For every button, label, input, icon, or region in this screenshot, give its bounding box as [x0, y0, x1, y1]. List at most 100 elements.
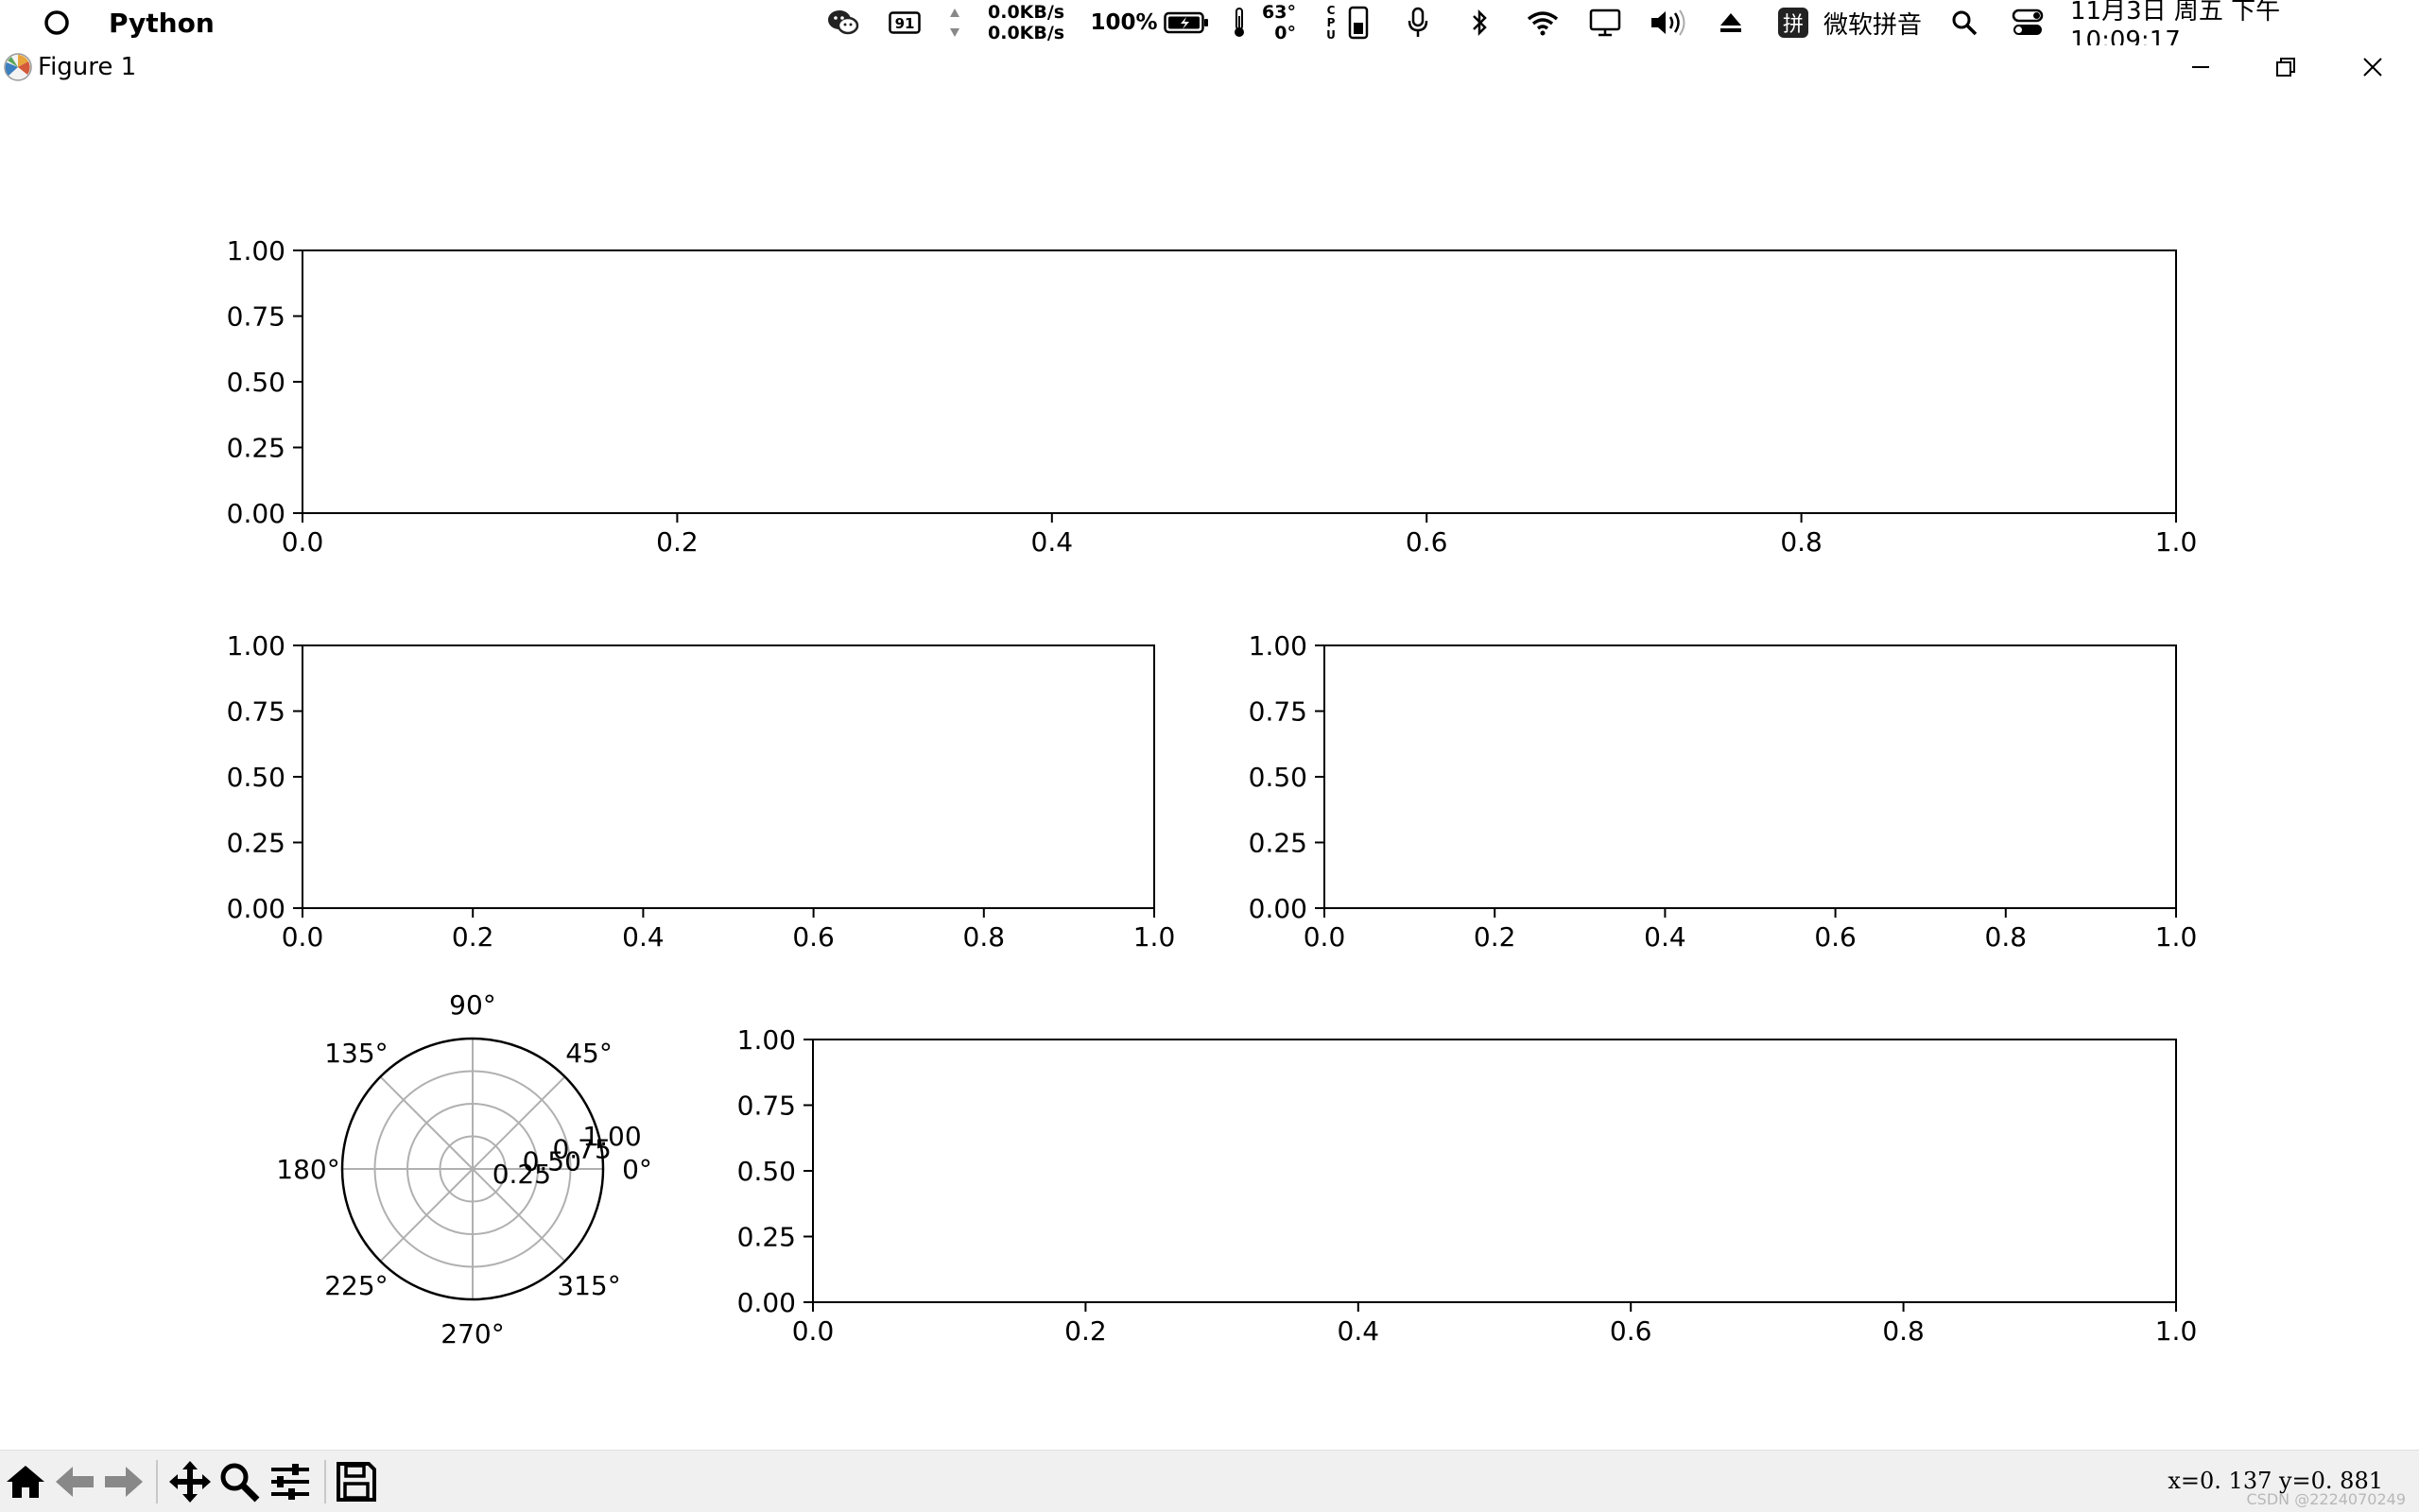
- display-icon[interactable]: [1586, 0, 1624, 45]
- middle-right-axes-y-tick-label: 1.00: [1249, 630, 1307, 662]
- top-axes-x-tick-label: 1.0: [2155, 526, 2198, 558]
- network-speed: 0.0KB/s 0.0KB/s: [988, 0, 1065, 45]
- app-name-menu[interactable]: Python: [109, 0, 215, 45]
- polar-theta-label: 270°: [441, 1318, 504, 1349]
- wechat-icon[interactable]: [824, 0, 862, 45]
- volume-icon[interactable]: [1647, 0, 1688, 45]
- top-axes-y-tick-label: 1.00: [227, 235, 285, 266]
- top-axes-x-tick-label: 0.8: [1780, 526, 1823, 558]
- middle-right-axes-x-tick-label: 0.6: [1814, 921, 1857, 953]
- battery-percent: 100%: [1090, 10, 1158, 35]
- middle-right-axes-y-tick-label: 0.50: [1249, 762, 1307, 793]
- zoom-icon[interactable]: [216, 1458, 263, 1505]
- save-icon[interactable]: [333, 1458, 380, 1505]
- polar-theta-label: 225°: [324, 1270, 388, 1301]
- middle-right-axes-y-tick-label: 0.25: [1249, 828, 1307, 859]
- battery-icon[interactable]: [1163, 0, 1210, 45]
- top-axes-frame: [302, 249, 2177, 514]
- net-up-speed: 0.0KB/s: [988, 2, 1065, 23]
- middle-left-axes-x-tick-label: 0.8: [963, 921, 1006, 953]
- middle-right-axes-y-tick-label: 0.00: [1249, 893, 1307, 924]
- toolbar-separator: [324, 1460, 326, 1503]
- top-axes-x-tick-label: 0.0: [282, 526, 324, 558]
- middle-left-axes-x-tick-label: 0.0: [282, 921, 324, 953]
- figure-svg[interactable]: 0.0 0.2 0.4 0.6 0.8 1.0 0.00 0.25 0.50 0.75 1.00 0.…: [0, 89, 2419, 1450]
- middle-left-axes-x-tick-label: 1.0: [1133, 921, 1176, 953]
- phone-icon[interactable]: [1344, 0, 1373, 45]
- polar-theta-label: 90°: [449, 989, 496, 1021]
- middle-left-axes-frame: [302, 644, 1155, 909]
- pinyin-icon[interactable]: 拼: [1775, 0, 1811, 45]
- thermometer-icon: [1229, 0, 1250, 45]
- home-icon[interactable]: [2, 1458, 49, 1505]
- top-axes-x-tick-label: 0.6: [1406, 526, 1448, 558]
- top-axes-x-tick-label: 0.2: [656, 526, 699, 558]
- close-icon[interactable]: [2344, 45, 2401, 89]
- ime-name[interactable]: 微软拼音: [1821, 0, 1925, 45]
- search-icon[interactable]: [1947, 0, 1981, 45]
- cpu-letter: C: [1326, 3, 1336, 17]
- middle-right-axes-x-tick-label: 0.0: [1304, 921, 1346, 953]
- window-title-bar[interactable]: Figure 1: [0, 45, 2419, 89]
- polar-r-tick-label: 1.00: [582, 1121, 641, 1152]
- back-icon[interactable]: [51, 1458, 98, 1505]
- bottom-right-axes-x-tick-label: 0.2: [1064, 1315, 1107, 1347]
- polar-theta-label: 180°: [276, 1154, 339, 1185]
- cpu-letter: U: [1326, 27, 1336, 42]
- watermark-text: CSDN @2224070249: [2246, 1490, 2407, 1508]
- bottom-right-axes-x-tick-label: 0.0: [792, 1315, 835, 1347]
- toolbar-separator: [156, 1460, 158, 1503]
- figure-canvas[interactable]: 0.0 0.2 0.4 0.6 0.8 1.0 0.00 0.25 0.50 0.75 1.00 0.…: [0, 89, 2419, 1450]
- window-title: Figure 1: [38, 53, 137, 81]
- top-axes-y-tick-label: 0.25: [227, 433, 285, 464]
- restore-icon[interactable]: [2257, 45, 2314, 89]
- temperature-value-2: 0°: [1274, 23, 1296, 43]
- eject-icon[interactable]: [1715, 0, 1747, 45]
- minimize-icon[interactable]: [2172, 45, 2229, 89]
- bottom-right-axes-y-tick-label: 1.00: [737, 1024, 796, 1056]
- bottom-right-axes-x-tick-label: 0.8: [1882, 1315, 1925, 1347]
- middle-left-axes-y-tick-label: 0.25: [227, 828, 285, 859]
- configure-subplots-icon[interactable]: [267, 1458, 314, 1505]
- polar-theta-grid: [379, 1168, 474, 1263]
- middle-left-axes-x-tick-label: 0.6: [792, 921, 835, 953]
- forward-icon[interactable]: [100, 1458, 147, 1505]
- bottom-right-axes-y-tick-label: 0.75: [737, 1091, 796, 1122]
- cpu-label: C P U: [1323, 0, 1339, 45]
- net-down-speed: 0.0KB/s: [988, 23, 1065, 43]
- polar-theta-grid: [379, 1075, 474, 1170]
- pan-icon[interactable]: [166, 1458, 214, 1505]
- middle-left-axes-y-tick-label: 0.75: [227, 696, 285, 728]
- microphone-icon[interactable]: [1401, 0, 1435, 45]
- bottom-right-axes-x-tick-label: 0.6: [1610, 1315, 1652, 1347]
- middle-left-axes-y-tick-label: 0.50: [227, 762, 285, 793]
- middle-left-axes-x-tick-label: 0.4: [622, 921, 665, 953]
- temperature-value: 63°: [1262, 2, 1296, 23]
- badge-91-icon[interactable]: 91: [887, 0, 923, 45]
- control-center-icon[interactable]: [2010, 0, 2046, 45]
- bluetooth-icon[interactable]: [1465, 0, 1494, 45]
- bottom-right-axes-x-tick-label: 1.0: [2155, 1315, 2198, 1347]
- middle-left-axes-y-tick-label: 0.00: [227, 893, 285, 924]
- navigation-toolbar: x=0. 137 y=0. 881 CSDN @2224070249: [0, 1450, 2419, 1512]
- polar-theta-label: 0°: [622, 1154, 652, 1185]
- top-axes-y-tick-label: 0.00: [227, 498, 285, 529]
- network-arrows-icon: [945, 0, 964, 45]
- bottom-right-axes-y-tick-label: 0.25: [737, 1222, 796, 1253]
- top-axes-y-tick-label: 0.50: [227, 367, 285, 398]
- middle-left-axes-x-tick-label: 0.2: [452, 921, 494, 953]
- middle-right-axes-x-tick-label: 1.0: [2155, 921, 2198, 953]
- bottom-right-axes-frame: [812, 1039, 2177, 1303]
- bottom-right-axes-x-tick-label: 0.4: [1338, 1315, 1380, 1347]
- top-axes-x-tick-label: 0.4: [1031, 526, 1074, 558]
- middle-right-axes-x-tick-label: 0.2: [1474, 921, 1516, 953]
- bottom-right-axes-y-tick-label: 0.50: [737, 1156, 796, 1187]
- clock-datetime[interactable]: 11月3日 周五 下午 10:09:17: [2070, 0, 2392, 55]
- menu-bar: Python 91 0.0KB/s 0.0KB/s 100% 63° 0° C …: [0, 0, 2419, 55]
- middle-right-axes-x-tick-label: 0.8: [1985, 921, 2028, 953]
- circle-logo-icon[interactable]: [38, 0, 76, 45]
- cpu-letter: P: [1326, 15, 1336, 29]
- badge-91-label: 91: [895, 15, 915, 32]
- middle-right-axes-x-tick-label: 0.4: [1644, 921, 1686, 953]
- wifi-icon[interactable]: [1524, 0, 1562, 45]
